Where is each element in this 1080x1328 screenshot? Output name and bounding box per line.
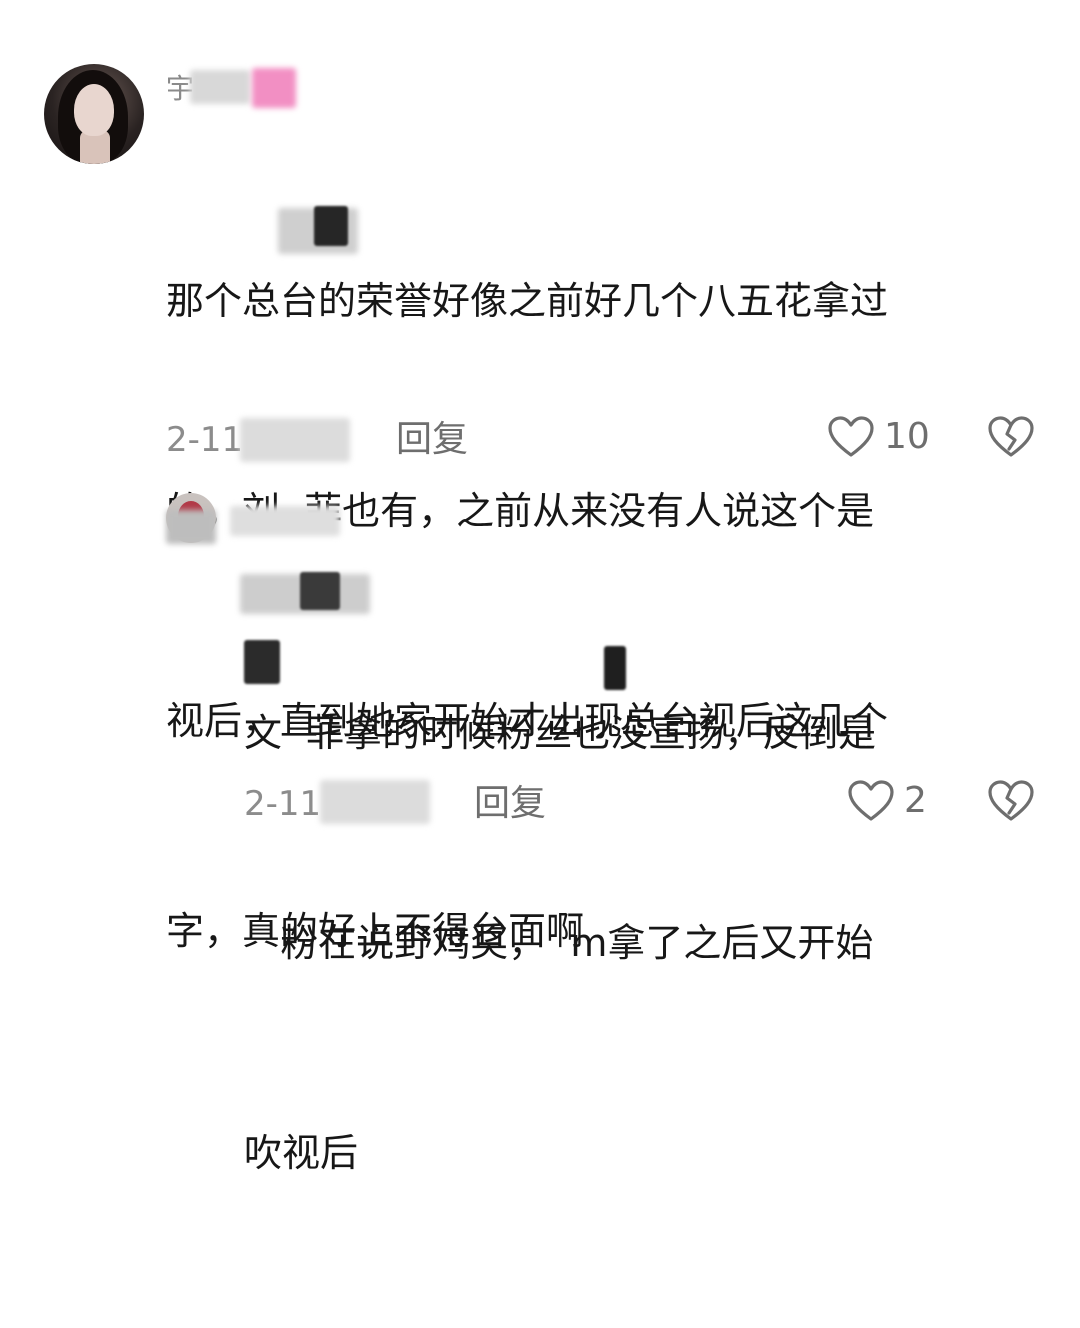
redaction-blur xyxy=(300,572,340,610)
avatar-face xyxy=(74,84,114,136)
dislike-button[interactable] xyxy=(988,416,1034,458)
like-button[interactable]: 10 xyxy=(828,416,930,458)
reply-button[interactable]: 回复 xyxy=(474,784,546,824)
location-blur xyxy=(320,780,430,824)
comment-line: 文 菲拿的时候粉丝也没宣扬，反倒是 xyxy=(244,711,877,755)
heart-outline-icon xyxy=(828,416,874,458)
reply-button[interactable]: 回复 xyxy=(396,420,468,460)
comment-line: 那个总台的荣誉好像之前好几个八五花拿过 xyxy=(166,279,889,323)
like-count: 10 xyxy=(884,416,930,457)
username-blur xyxy=(252,68,296,108)
dislike-button[interactable] xyxy=(988,780,1034,822)
comment-text: 文 菲拿的时候粉丝也没宣扬，反倒是 粉在说野鸡奖， m拿了之后又开始 吹视后 xyxy=(244,558,1044,1328)
like-button[interactable]: 2 xyxy=(848,780,927,822)
avatar-blur xyxy=(166,510,216,544)
avatar[interactable] xyxy=(44,64,144,164)
redaction-blur xyxy=(604,646,626,690)
redaction-blur xyxy=(244,640,280,684)
comment-date: 2-11 xyxy=(244,784,322,824)
comment-line: 粉在说野鸡奖， m拿了之后又开始 xyxy=(244,921,874,965)
like-count: 2 xyxy=(904,780,927,821)
comment-date: 2-11 xyxy=(166,420,244,460)
redaction-blur xyxy=(314,206,348,246)
username-blur xyxy=(230,506,340,536)
location-blur xyxy=(240,418,350,462)
username-blur xyxy=(190,70,250,104)
heart-outline-icon xyxy=(848,780,894,822)
broken-heart-icon xyxy=(988,416,1034,458)
comment-line: 吹视后 xyxy=(244,1131,359,1175)
broken-heart-icon xyxy=(988,780,1034,822)
